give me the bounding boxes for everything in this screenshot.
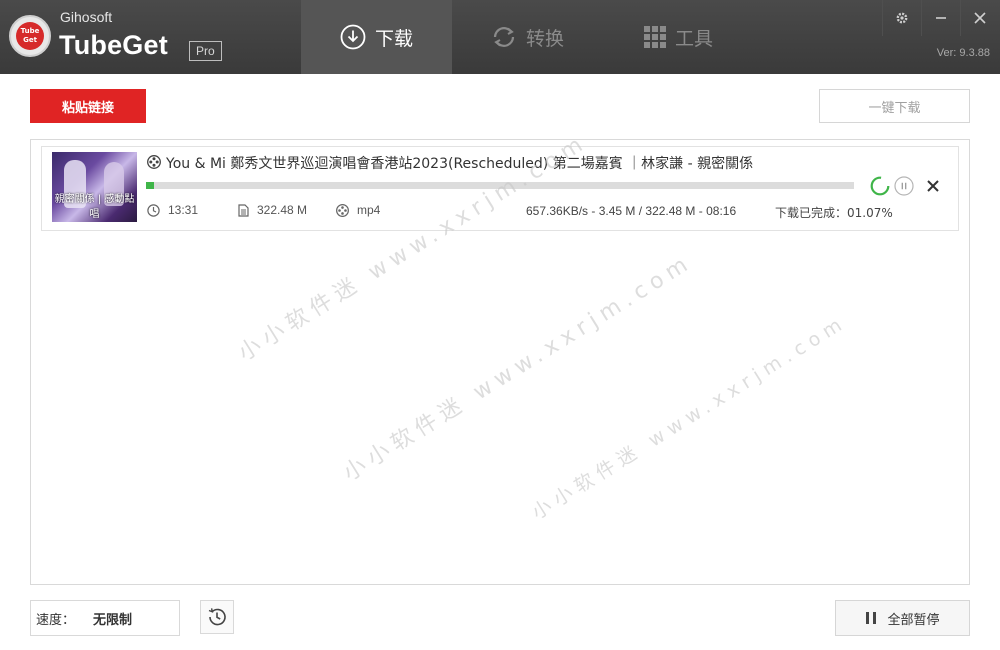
size-text: 322.48 M [257,203,308,217]
duration-text: 13:31 [168,203,199,217]
loading-spinner-icon [870,176,890,196]
logo-text-top: Tube [20,27,40,35]
thumbnail-caption: 親密關係 | 感動點唱 [54,194,135,220]
speed-limit-selector[interactable]: 速度： 无限制 [30,600,180,636]
company-name: Gihosoft [60,9,113,25]
tab-download-label: 下载 [374,27,413,50]
file-icon [238,203,249,217]
pro-badge: Pro [189,41,222,61]
speed-value: 无限制 [93,612,133,628]
remove-download-button[interactable] [922,175,944,197]
speed-label: 速度： [36,612,76,628]
video-thumbnail: 親密關係 | 感動點唱 [52,152,137,222]
title-bar: Tube Get Gihosoft TubeGet Pro 下载 转换 工具 V… [0,0,1000,74]
tab-convert[interactable]: 转换 [452,0,603,74]
clock-icon [147,203,160,217]
download-circle-icon [340,24,366,50]
download-list: 親密關係 | 感動點唱 You & Mi 鄭秀文世界巡迴演唱會香港站2023(R… [30,130,970,585]
app-logo: Tube Get [9,15,51,57]
gear-icon [896,12,907,24]
pause-all-button[interactable]: 全部暂停 [835,600,970,636]
transfer-stats: 657.36KB/s - 3.45 M / 322.48 M - 08:16 [526,204,737,218]
history-clock-icon [208,608,226,626]
close-icon [973,12,986,24]
one-click-download-button[interactable]: 一键下载 [819,89,970,123]
tab-download[interactable]: 下载 [301,0,452,74]
pause-all-label: 全部暂停 [887,612,940,628]
logo-mark: Tube Get [16,22,44,50]
film-reel-icon [147,155,161,169]
film-reel-icon [336,203,349,217]
pause-icon [866,612,877,624]
format-info: mp4 [336,203,380,217]
tab-tools[interactable]: 工具 [603,0,754,74]
minimize-button[interactable] [921,0,959,36]
video-title: You & Mi 鄭秀文世界巡迴演唱會香港站2023(Rescheduled) … [166,156,754,172]
tab-convert-label: 转换 [525,27,564,50]
close-window-button[interactable] [960,0,998,36]
version-label: Ver: 9.3.88 [936,47,990,59]
minimize-icon [935,17,946,19]
format-text: mp4 [357,203,381,217]
progress-fill [146,182,154,189]
completion-text: 下载已完成：01.07% [775,206,893,220]
tab-tools-label: 工具 [674,27,713,50]
convert-arrows-icon [493,27,515,47]
paste-link-button[interactable]: 粘贴链接 [30,89,146,123]
settings-button[interactable] [882,0,920,36]
logo-text-bottom: Get [23,36,37,44]
size-info: 322.48 M [238,203,307,217]
app-name: TubeGet [59,30,168,60]
pause-download-button[interactable] [894,176,914,196]
duration-info: 13:31 [147,203,198,217]
history-button[interactable] [200,600,234,634]
grid-icon [643,26,666,48]
